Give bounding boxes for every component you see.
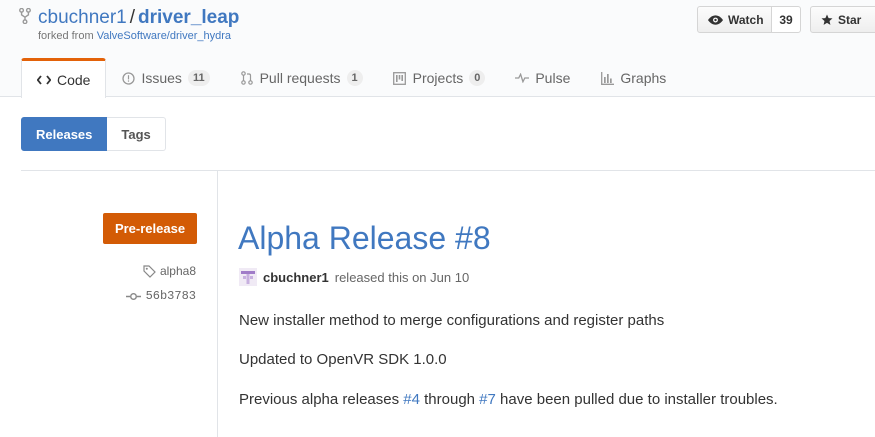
commit-icon	[125, 292, 141, 300]
release-tag: alpha8	[159, 264, 196, 278]
tab-label: Graphs	[620, 70, 667, 86]
repo-title: cbuchner1/driver_leap	[38, 7, 239, 29]
releases-tab[interactable]: Releases	[21, 117, 108, 151]
release-commit: 56b3783	[145, 289, 196, 303]
timeline-divider	[217, 171, 218, 437]
issue-icon	[121, 71, 135, 85]
tab-pulse[interactable]: Pulse	[500, 58, 585, 98]
forked-prefix: forked from	[38, 30, 94, 42]
repo-name-link[interactable]: driver_leap	[138, 7, 239, 28]
repo-path-separator: /	[129, 7, 136, 28]
repo-nav-tabs: Code Issues 11 Pull requests 1 Projects …	[21, 58, 681, 98]
tab-projects[interactable]: Projects 0	[378, 58, 501, 98]
pull-requests-counter: 1	[346, 70, 363, 86]
pulse-icon	[515, 71, 530, 85]
tab-label: Projects	[412, 70, 464, 86]
release-note: Previous alpha releases #4 through #7 ha…	[239, 391, 778, 408]
tab-issues[interactable]: Issues 11	[106, 58, 224, 98]
note-text: have been pulled due to installer troubl…	[500, 391, 778, 408]
note-text: through	[424, 391, 475, 408]
tab-label: Pull requests	[259, 70, 341, 86]
watch-label: Watch	[728, 12, 764, 27]
release-commit-link[interactable]: 56b3783	[125, 289, 196, 303]
release-note: New installer method to merge configurat…	[239, 312, 665, 329]
tag-icon	[143, 264, 156, 278]
release-link-4[interactable]: #4	[403, 391, 420, 408]
graph-icon	[600, 71, 614, 85]
forked-from-text: forked from ValveSoftware/driver_hydra	[38, 30, 231, 42]
repo-header: cbuchner1/driver_leap forked from ValveS…	[0, 0, 875, 98]
repo-forked-icon	[19, 8, 31, 24]
release-tag-link[interactable]: alpha8	[143, 264, 196, 278]
releases-subnav: Releases Tags	[21, 117, 166, 151]
watch-button[interactable]: Watch	[697, 6, 772, 33]
divider	[21, 170, 875, 171]
watch-count[interactable]: 39	[771, 6, 801, 33]
pull-request-icon	[240, 71, 254, 85]
release-note: Updated to OpenVR SDK 1.0.0	[239, 351, 447, 368]
tab-label: Issues	[141, 70, 182, 86]
project-icon	[393, 71, 407, 85]
tab-label: Pulse	[535, 70, 571, 86]
note-text: Previous alpha releases	[239, 391, 400, 408]
release-link-7[interactable]: #7	[479, 391, 496, 408]
avatar[interactable]	[239, 268, 257, 286]
tab-label: Code	[57, 71, 91, 88]
issues-counter: 11	[187, 70, 210, 86]
release-title[interactable]: Alpha Release #8	[238, 220, 491, 257]
star-button[interactable]: Star	[810, 6, 875, 33]
release-date-text: released this on Jun 10	[334, 269, 470, 285]
release-byline: cbuchner1 released this on Jun 10	[239, 268, 469, 286]
star-icon	[821, 14, 833, 25]
release-author[interactable]: cbuchner1	[263, 270, 329, 285]
tab-pull-requests[interactable]: Pull requests 1	[225, 58, 378, 98]
prerelease-badge: Pre-release	[103, 213, 197, 244]
tags-tab[interactable]: Tags	[107, 117, 166, 151]
repo-owner-link[interactable]: cbuchner1	[38, 7, 127, 28]
tab-code[interactable]: Code	[21, 58, 107, 98]
forked-from-link[interactable]: ValveSoftware/driver_hydra	[97, 30, 231, 42]
eye-icon	[708, 14, 723, 25]
projects-counter: 0	[469, 70, 486, 86]
star-label: Star	[838, 12, 862, 27]
code-icon	[37, 73, 51, 87]
tab-graphs[interactable]: Graphs	[585, 58, 681, 98]
